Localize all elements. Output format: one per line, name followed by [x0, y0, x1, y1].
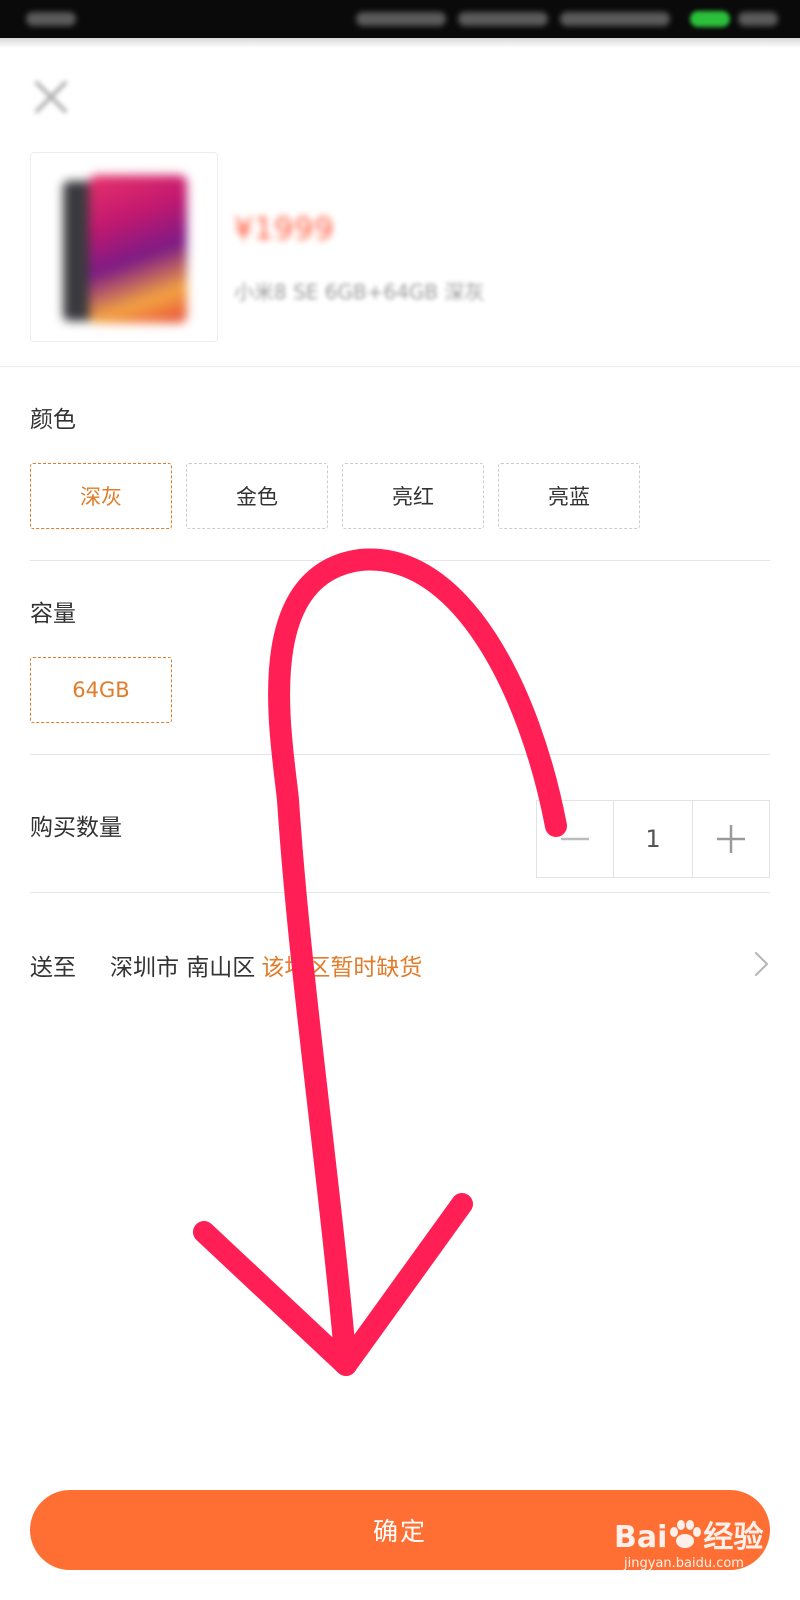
product-thumbnail: [30, 152, 218, 342]
capacity-option-64gb[interactable]: 64GB: [30, 657, 172, 723]
quantity-divider: [30, 892, 770, 893]
plus-icon: [717, 825, 745, 853]
chevron-right-icon[interactable]: [752, 950, 772, 978]
quantity-stepper: 1: [536, 800, 770, 878]
status-bar: [0, 0, 800, 38]
status-network-blur: [356, 12, 446, 26]
shipping-status: 该地区暂时缺货: [261, 955, 423, 981]
decrement-button[interactable]: [537, 801, 613, 877]
header-divider: [0, 366, 800, 367]
color-option-red[interactable]: 亮红: [342, 463, 484, 529]
product-price: ¥1999: [234, 212, 335, 247]
product-name: 小米8 SE 6GB+64GB 深灰: [234, 280, 485, 304]
capacity-divider: [30, 754, 770, 755]
close-button[interactable]: [32, 78, 70, 116]
status-bar-shadow: [0, 38, 800, 48]
increment-button[interactable]: [693, 801, 769, 877]
status-icons-blur: [560, 12, 670, 26]
minus-icon: [561, 837, 589, 841]
color-divider: [30, 560, 770, 561]
product-image: [63, 175, 187, 323]
color-option-dark-gray[interactable]: 深灰: [30, 463, 172, 529]
quantity-value[interactable]: 1: [613, 801, 693, 877]
watermark: Bai 经验 jingyan.baidu.com: [614, 1498, 790, 1578]
color-option-blue[interactable]: 亮蓝: [498, 463, 640, 529]
paw-icon: [667, 1519, 703, 1551]
watermark-url: jingyan.baidu.com: [624, 1556, 744, 1571]
shipping-row[interactable]: 送至 深圳市 南山区 该地区暂时缺货: [30, 948, 422, 982]
close-icon: [35, 81, 67, 113]
capacity-section-label: 容量: [30, 601, 76, 627]
color-section-label: 颜色: [30, 407, 76, 433]
status-signal-blur: [458, 12, 548, 26]
status-time-blur: [26, 12, 76, 26]
shipping-address: 深圳市 南山区: [110, 955, 256, 981]
status-battery-text-blur: [738, 12, 778, 26]
quantity-section-label: 购买数量: [30, 815, 122, 841]
battery-icon: [690, 11, 730, 27]
watermark-logo: Bai 经验: [614, 1519, 764, 1555]
shipping-label: 送至: [30, 955, 76, 981]
color-option-gold[interactable]: 金色: [186, 463, 328, 529]
